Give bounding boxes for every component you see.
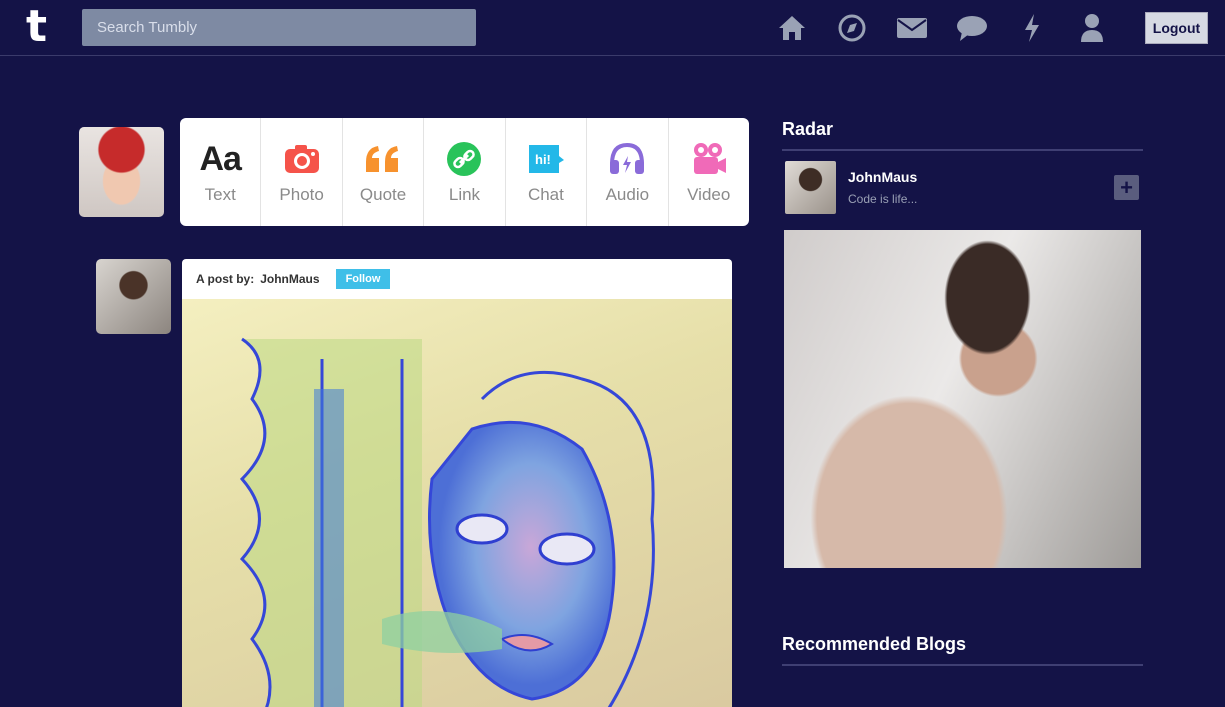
post-author-name[interactable]: JohnMaus bbox=[260, 272, 319, 286]
radar-user-name[interactable]: JohnMaus bbox=[848, 169, 917, 185]
post-image[interactable] bbox=[182, 299, 732, 707]
post-type-photo[interactable]: Photo bbox=[261, 118, 343, 226]
quote-icon bbox=[364, 139, 402, 179]
search-input[interactable] bbox=[82, 9, 476, 46]
post-type-label: Video bbox=[687, 185, 731, 204]
account-icon[interactable] bbox=[1075, 12, 1109, 44]
post-type-chat[interactable]: hi! Chat bbox=[506, 118, 588, 226]
link-icon bbox=[446, 139, 482, 179]
follow-button[interactable]: Follow bbox=[335, 269, 391, 289]
top-navbar: t Logout bbox=[0, 0, 1225, 56]
user-avatar[interactable] bbox=[79, 127, 164, 217]
post-type-label: Quote bbox=[359, 185, 407, 204]
post-by-label: A post by: bbox=[196, 272, 255, 286]
post-type-link[interactable]: Link bbox=[424, 118, 506, 226]
post-type-selector: Aa Text Photo Quote Link hi! Chat Audio bbox=[180, 118, 749, 226]
post-type-quote[interactable]: Quote bbox=[343, 118, 425, 226]
video-camera-icon bbox=[691, 139, 727, 179]
post-type-label: Link bbox=[448, 185, 481, 204]
chat-bubble-icon[interactable] bbox=[955, 12, 989, 44]
logout-button[interactable]: Logout bbox=[1145, 12, 1208, 44]
post-type-video[interactable]: Video bbox=[669, 118, 749, 226]
radar-divider bbox=[782, 149, 1143, 151]
radar-title: Radar bbox=[782, 119, 834, 139]
home-icon[interactable] bbox=[775, 12, 809, 44]
post-card: A post by: JohnMaus Follow bbox=[182, 259, 732, 707]
post-type-audio[interactable]: Audio bbox=[587, 118, 669, 226]
post-type-text[interactable]: Aa Text bbox=[180, 118, 262, 226]
chat-icon: hi! bbox=[527, 139, 565, 179]
svg-text:hi!: hi! bbox=[535, 152, 551, 167]
post-header: A post by: JohnMaus Follow bbox=[182, 259, 732, 299]
post-type-label: Photo bbox=[279, 185, 324, 204]
post-type-label: Text bbox=[204, 185, 236, 204]
post-author-avatar[interactable] bbox=[96, 259, 171, 334]
tumblr-logo[interactable]: t bbox=[26, 2, 47, 52]
mail-icon[interactable] bbox=[895, 12, 929, 44]
explore-icon[interactable] bbox=[835, 12, 869, 44]
radar-photo[interactable] bbox=[784, 230, 1141, 568]
recommended-blogs-title: Recommended Blogs bbox=[782, 634, 967, 654]
text-icon: Aa bbox=[199, 139, 241, 178]
headphones-icon bbox=[608, 139, 646, 179]
radar-user-description: Code is life... bbox=[848, 192, 918, 206]
activity-icon[interactable] bbox=[1015, 12, 1049, 44]
recommended-divider bbox=[782, 664, 1143, 666]
post-type-label: Audio bbox=[605, 185, 650, 204]
camera-icon bbox=[284, 139, 320, 179]
post-type-label: Chat bbox=[527, 185, 564, 204]
follow-plus-icon[interactable]: + bbox=[1114, 175, 1139, 200]
radar-user-avatar[interactable] bbox=[785, 161, 836, 214]
